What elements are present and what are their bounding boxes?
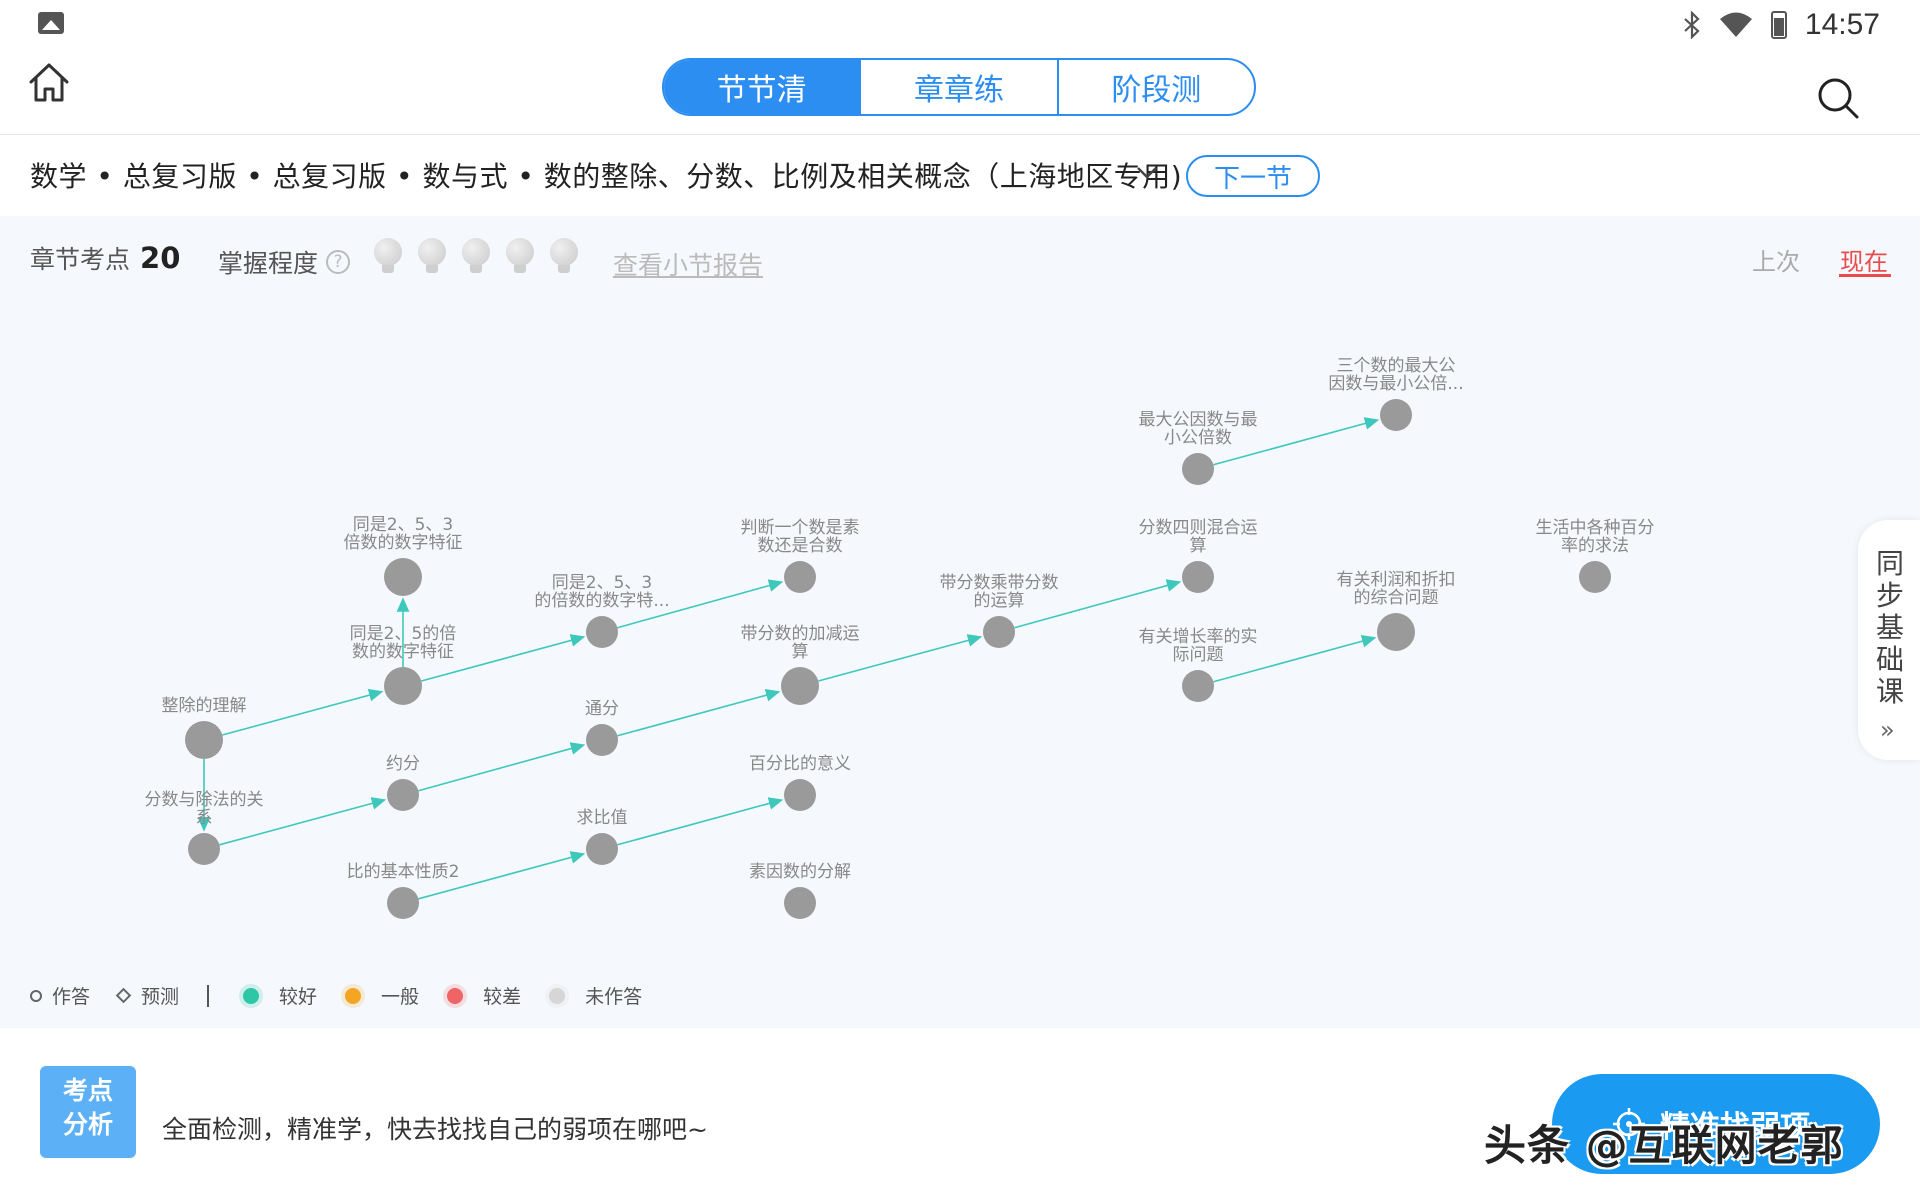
node-label: 有关增长率的实 际问题 (1138, 627, 1258, 665)
graph-node[interactable] (185, 721, 223, 759)
legend-dot-fair (341, 983, 366, 1008)
graph-node[interactable] (384, 667, 422, 705)
node-label: 比的基本性质2 (346, 862, 460, 882)
node-label: 同是2、5的倍 数的数字特征 (349, 624, 457, 662)
legend-poor: 较差 (483, 986, 522, 1008)
graph-node[interactable] (586, 833, 618, 865)
graph-node[interactable] (384, 558, 422, 596)
graph-node[interactable] (1377, 613, 1415, 651)
node-label: 判断一个数是素 数还是合数 (740, 518, 860, 556)
breadcrumb[interactable]: 数学 • 总复习版 • 总复习版 • 数与式 • 数的整除、分数、比例及相关概念… (30, 155, 1182, 195)
sync-course-label[interactable]: 同步基础课 (1876, 548, 1904, 708)
node-label: 生活中各种百分 率的求法 (1535, 518, 1655, 556)
badge-line-1: 考点 (62, 1076, 113, 1105)
legend-separator (207, 984, 210, 1007)
gallery-icon (38, 12, 64, 34)
node-label: 约分 (386, 754, 420, 774)
graph-node[interactable] (784, 887, 816, 919)
node-label: 求比值 (576, 808, 628, 828)
circle-icon (30, 989, 42, 1002)
graph-node[interactable] (387, 887, 419, 919)
search-icon[interactable] (1816, 76, 1860, 120)
graph-node[interactable] (784, 779, 816, 811)
node-label: 同是2、5、3 的倍数的数字特... (534, 573, 670, 611)
tip-text: 全面检测，精准学，快去找找自己的弱项在哪吧~ (162, 1115, 708, 1144)
graph-node[interactable] (983, 616, 1015, 648)
wifi-icon (1719, 12, 1752, 37)
analysis-badge: 考点 分析 (40, 1066, 136, 1158)
node-label: 素因数的分解 (749, 862, 851, 882)
graph-node[interactable] (1380, 399, 1412, 431)
next-section-button[interactable]: 下一节 (1186, 155, 1320, 197)
legend-good: 较好 (279, 986, 318, 1008)
legend-predicted: 预测 (141, 986, 180, 1008)
node-label: 整除的理解 (161, 696, 247, 716)
diamond-icon (115, 987, 132, 1004)
mode-tabs: 节节清 章章练 阶段测 (662, 58, 1256, 116)
graph-node[interactable] (1182, 453, 1214, 485)
graph-node[interactable] (781, 667, 819, 705)
legend-dot-good (239, 983, 264, 1008)
node-label: 有关利润和折扣 的综合问题 (1336, 570, 1456, 608)
legend-dot-poor (443, 983, 468, 1008)
tab-zhangzhanglian[interactable]: 章章练 (859, 60, 1056, 114)
node-label: 百分比的意义 (749, 754, 851, 774)
graph-node[interactable] (387, 779, 419, 811)
node-label: 三个数的最大公 因数与最小公倍... (1328, 356, 1464, 394)
graph-node[interactable] (1182, 561, 1214, 593)
legend-fair: 一般 (381, 986, 420, 1008)
tab-jieduance[interactable]: 阶段测 (1056, 60, 1254, 114)
badge-line-2: 分析 (62, 1110, 113, 1139)
graph-node[interactable] (586, 724, 618, 756)
node-label: 通分 (585, 699, 619, 719)
node-label: 分数与除法的关系 (144, 790, 264, 828)
graph-node[interactable] (784, 561, 816, 593)
node-label: 分数四则混合运算 (1138, 518, 1258, 556)
tab-jiejieqing[interactable]: 节节清 (664, 60, 860, 114)
status-bar: 14:57 (0, 0, 1920, 50)
node-label: 同是2、5、3 倍数的数字特征 (343, 515, 463, 553)
node-label: 带分数乘带分数 的运算 (939, 573, 1059, 611)
graph-node[interactable] (586, 616, 618, 648)
legend-answered: 作答 (52, 986, 91, 1008)
watermark: 头条 @互联网老郭 (1484, 1121, 1844, 1170)
battery-icon (1770, 11, 1787, 39)
bluetooth-icon (1684, 11, 1700, 39)
graph-node[interactable] (188, 833, 220, 865)
node-label: 带分数的加减运算 (740, 624, 860, 662)
header-divider (0, 134, 1920, 135)
node-label: 最大公因数与最 小公倍数 (1138, 410, 1258, 448)
graph-node[interactable] (1579, 561, 1611, 593)
legend: 作答 预测 较好 一般 较差 未作答 (30, 982, 670, 1009)
legend-dot-unanswered (545, 983, 570, 1008)
legend-unanswered: 未作答 (585, 986, 643, 1008)
chevron-down-icon[interactable] (1136, 166, 1158, 180)
clock: 14:57 (1804, 8, 1880, 41)
home-icon[interactable] (26, 60, 72, 106)
graph-node[interactable] (1182, 670, 1214, 702)
double-chevron-icon[interactable]: » (1880, 716, 1895, 744)
